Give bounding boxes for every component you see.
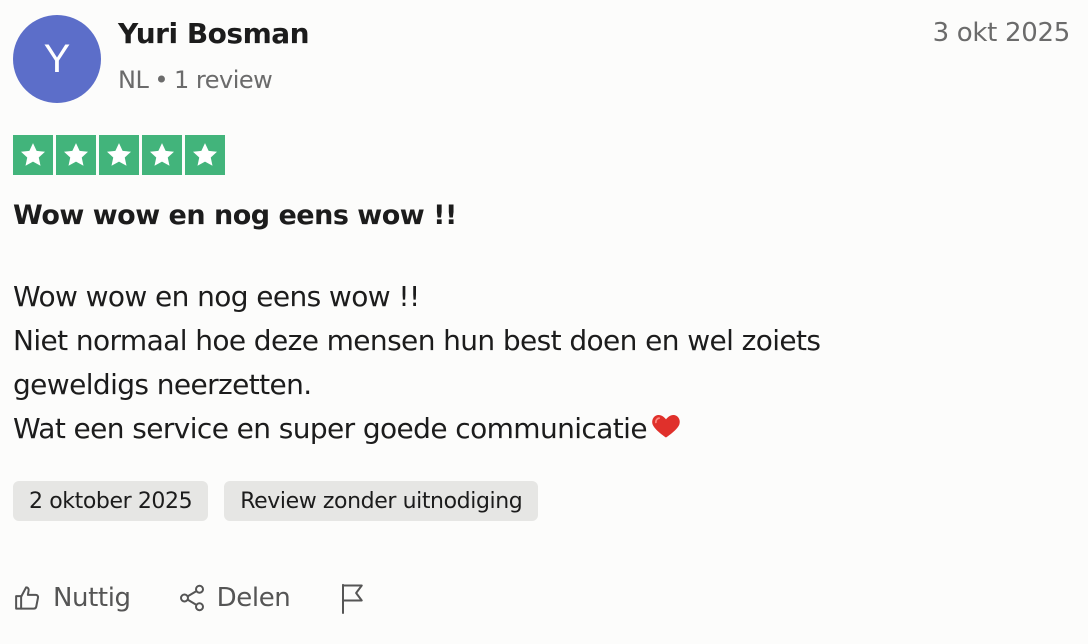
review-body-line: Wow wow en nog eens wow !! <box>13 280 420 313</box>
experience-date-badge: 2 oktober 2025 <box>13 481 209 521</box>
avatar-initial: Y <box>43 36 71 81</box>
review-actions: Nuttig Delen <box>13 581 368 615</box>
share-button[interactable]: Delen <box>177 583 291 613</box>
review-body-line: Niet normaal hoe deze mensen hun best do… <box>13 324 821 357</box>
review-card: Y Yuri Bosman NL • 1 review 3 okt 2025 Wow… <box>0 0 1088 644</box>
thumbs-up-icon <box>13 583 43 613</box>
review-body: Wow wow en nog eens wow !! Niet normaal … <box>13 275 1013 452</box>
heart-icon <box>651 408 681 452</box>
review-tags: 2 oktober 2025 Review zonder uitnodiging <box>13 481 539 521</box>
review-date: 3 okt 2025 <box>932 18 1071 48</box>
star-icon <box>142 135 182 175</box>
avatar[interactable]: Y <box>13 15 101 103</box>
useful-button[interactable]: Nuttig <box>13 583 131 613</box>
star-icon <box>13 135 53 175</box>
reviewer-meta: NL • 1 review <box>118 66 273 94</box>
unprompted-review-badge[interactable]: Review zonder uitnodiging <box>224 481 539 521</box>
share-icon <box>177 583 207 613</box>
star-icon <box>185 135 225 175</box>
review-title[interactable]: Wow wow en nog eens wow !! <box>13 200 457 231</box>
review-body-line: geweldigs neerzetten. <box>13 368 312 401</box>
review-body-line-last: Wat een service en super goede communica… <box>13 407 1013 452</box>
star-icon <box>99 135 139 175</box>
star-rating <box>13 135 225 175</box>
report-button[interactable] <box>338 581 368 615</box>
reviewer-name[interactable]: Yuri Bosman <box>118 17 310 50</box>
meta-separator: • <box>154 66 168 94</box>
reviewer-country: NL <box>118 66 149 94</box>
review-body-line: Wat een service en super goede communica… <box>13 412 648 445</box>
star-icon <box>56 135 96 175</box>
flag-icon <box>338 581 368 615</box>
reviewer-review-count: 1 review <box>173 66 273 94</box>
share-label: Delen <box>216 583 291 613</box>
useful-label: Nuttig <box>53 583 131 613</box>
